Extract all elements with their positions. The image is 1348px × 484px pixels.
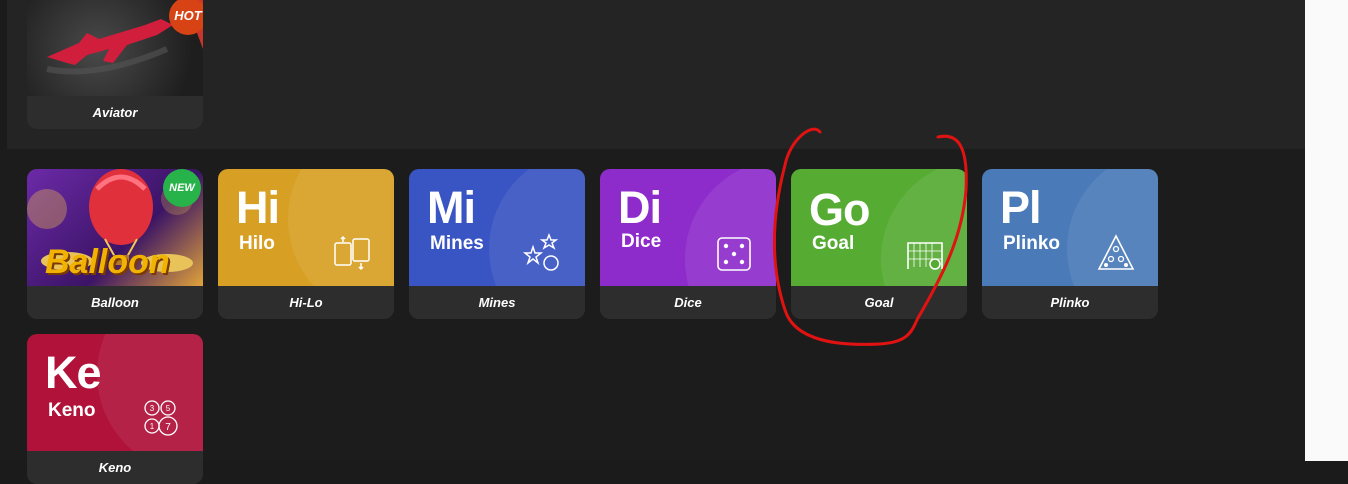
game-name-mines: Mines <box>430 233 484 254</box>
mines-art: Mi Mines <box>409 169 585 286</box>
keno-balls-icon: 3 5 1 7 <box>144 400 178 436</box>
game-label-goal: Goal <box>791 286 967 319</box>
game-label-dice: Dice <box>600 286 776 319</box>
badge-new: NEW <box>163 169 201 207</box>
hilo-art: Hi Hilo <box>218 169 394 286</box>
game-label-mines: Mines <box>409 286 585 319</box>
game-tile-dice[interactable]: Di Dice Dice <box>600 169 776 319</box>
symbol-go: Go <box>809 184 870 235</box>
game-name-dice: Dice <box>621 231 662 252</box>
symbol-pl: Pl <box>1000 182 1042 233</box>
symbol-hi: Hi <box>236 182 280 233</box>
svg-text:7: 7 <box>165 422 171 433</box>
game-tile-hilo[interactable]: Hi Hilo Hi-Lo <box>218 169 394 319</box>
game-tile-balloon[interactable]: Balloon NEW Balloon <box>27 169 203 319</box>
plinko-art: Pl Plinko <box>982 169 1158 286</box>
balloon-art: Balloon NEW <box>27 169 203 286</box>
keno-art: Ke Keno 3 5 1 7 <box>27 334 203 451</box>
game-label-balloon: Balloon <box>27 286 203 319</box>
plinko-pyramid-icon <box>1097 234 1135 270</box>
game-tile-mines[interactable]: Mi Mines Mines <box>409 169 585 319</box>
game-tile-goal[interactable]: Go Goal Goal <box>791 169 967 319</box>
symbol-ke: Ke <box>45 347 102 398</box>
symbol-mi: Mi <box>427 182 476 233</box>
svg-text:3: 3 <box>150 404 155 413</box>
page-margin <box>1305 0 1348 461</box>
game-label-plinko: Plinko <box>982 286 1158 319</box>
goal-art: Go Goal <box>791 169 967 286</box>
game-name-keno: Keno <box>48 400 96 421</box>
game-label-hilo: Hi-Lo <box>218 286 394 319</box>
game-name-hilo: Hilo <box>239 233 275 254</box>
playing-cards-icon <box>334 235 370 271</box>
svg-text:5: 5 <box>166 404 171 413</box>
aviator-art: HOT <box>27 0 203 96</box>
dice-art: Di Dice <box>600 169 776 286</box>
symbol-di: Di <box>618 182 662 233</box>
game-name-plinko: Plinko <box>1003 233 1061 254</box>
soccer-goal-icon <box>907 242 943 270</box>
badge-hot: HOT <box>169 0 203 35</box>
balloon-title-art: Balloon <box>45 243 170 281</box>
game-label-aviator: Aviator <box>27 96 203 129</box>
game-name-goal: Goal <box>812 233 855 254</box>
game-tile-plinko[interactable]: Pl Plinko Plinko <box>982 169 1158 319</box>
game-tile-keno[interactable]: Ke Keno 3 5 1 7 Keno <box>27 334 203 484</box>
dice-icon <box>717 237 751 271</box>
svg-text:1: 1 <box>150 422 155 431</box>
stars-bomb-icon <box>523 233 559 271</box>
game-tile-aviator[interactable]: HOT Aviator <box>27 0 203 129</box>
game-label-keno: Keno <box>27 451 203 484</box>
